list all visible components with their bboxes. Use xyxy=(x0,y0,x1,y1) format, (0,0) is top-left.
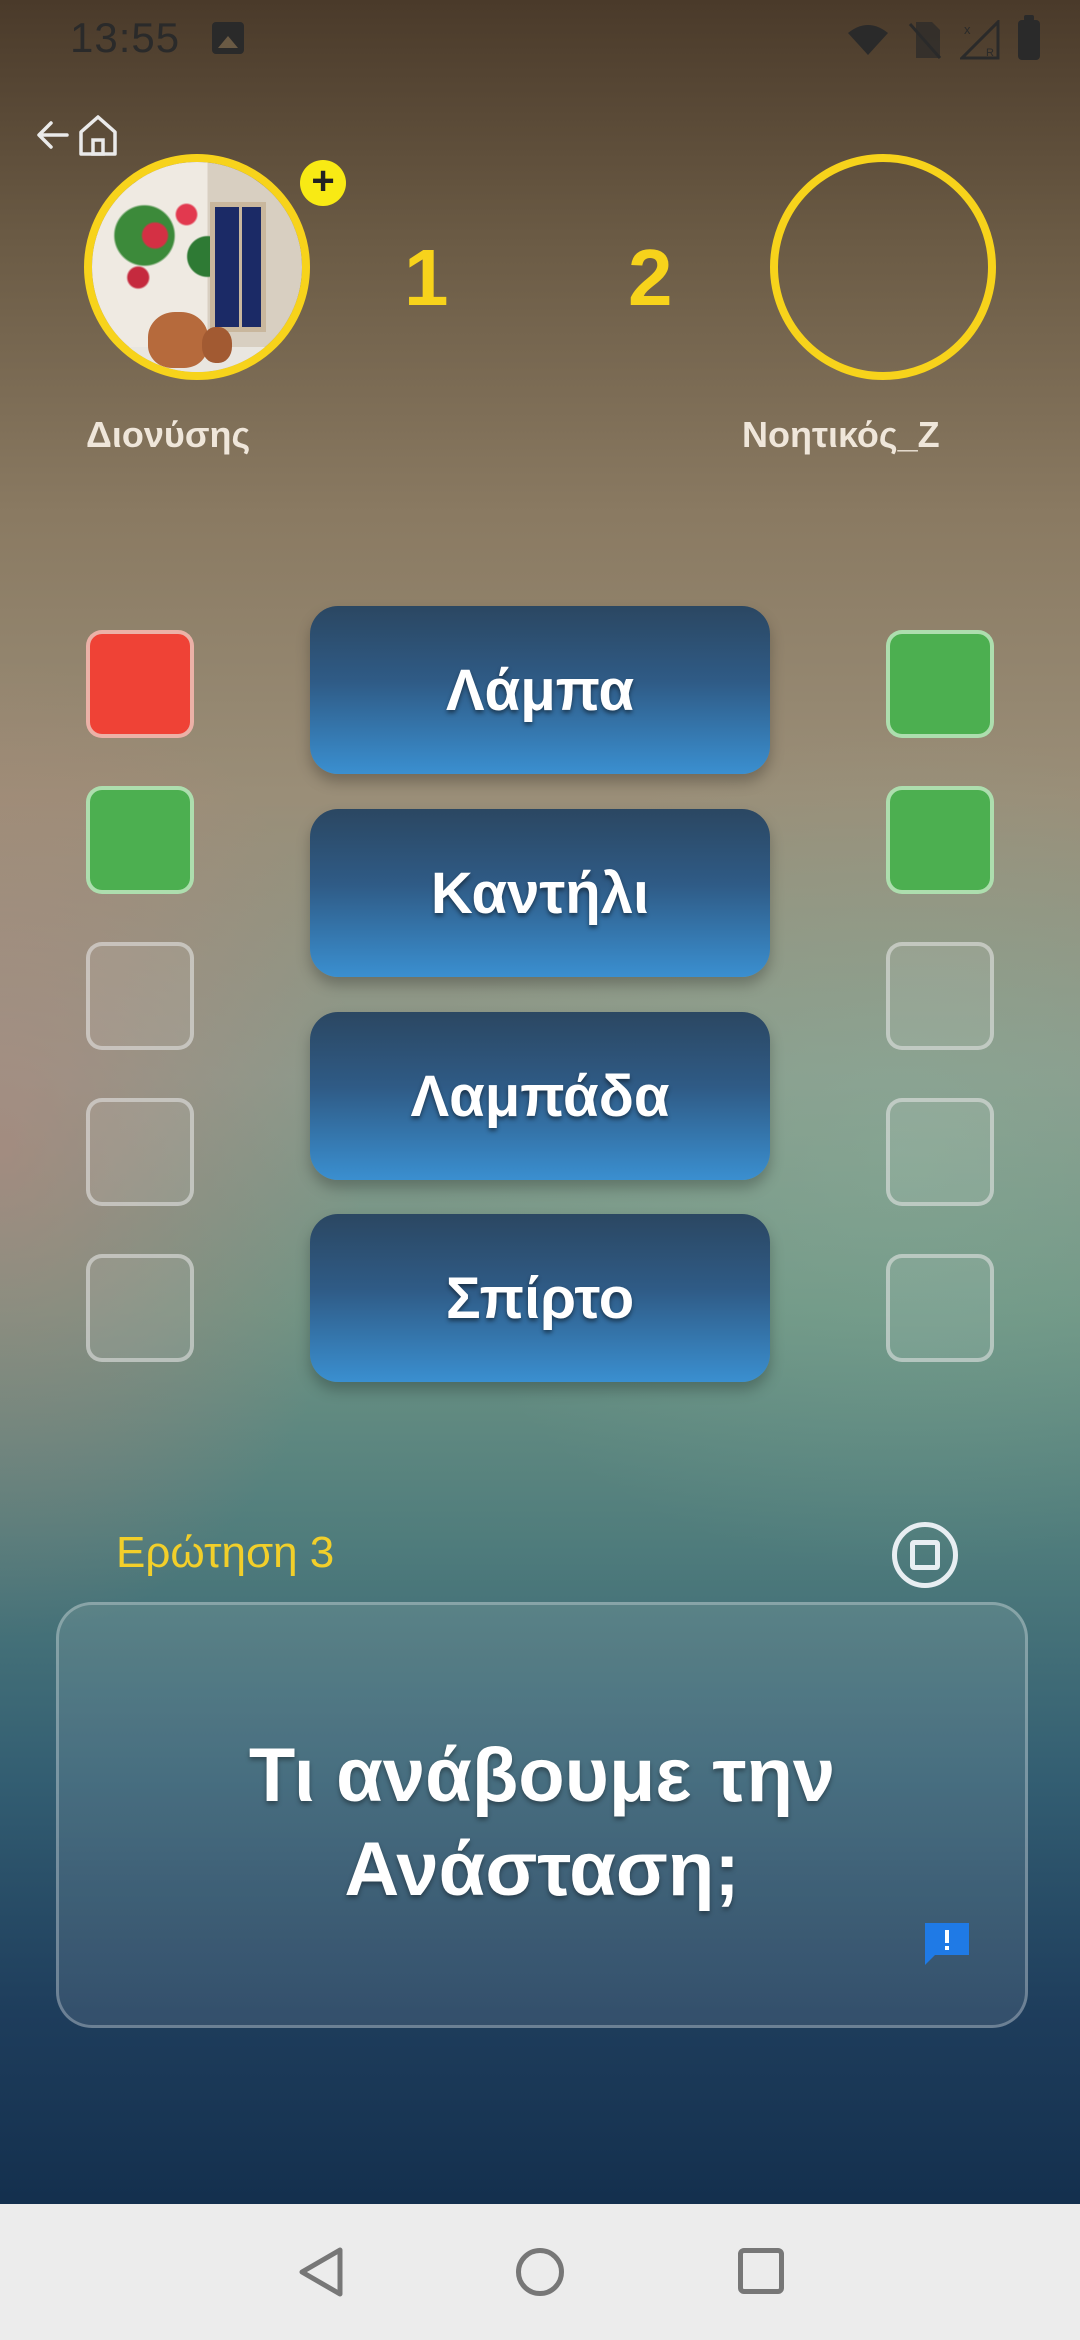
back-button[interactable] xyxy=(30,112,76,158)
progress-right-5 xyxy=(886,1254,994,1362)
player-name-left: Διονύσης xyxy=(86,414,251,455)
player-avatar-right[interactable] xyxy=(770,154,996,380)
progress-right-3 xyxy=(886,942,994,1050)
progress-left-2 xyxy=(86,786,194,894)
report-icon[interactable] xyxy=(921,1919,973,1969)
system-home-icon[interactable] xyxy=(516,2248,564,2296)
score-right: 2 xyxy=(628,233,673,322)
add-friend-button[interactable]: + xyxy=(300,160,346,206)
question-text: Τι ανάβουμε την Ανάσταση; xyxy=(59,1729,1025,1917)
answer-button-3[interactable]: Λαμπάδα xyxy=(310,1012,770,1180)
home-icon[interactable] xyxy=(76,112,120,158)
signal-icon: xR xyxy=(960,20,1000,60)
wifi-icon xyxy=(848,25,888,55)
status-time: 13:55 xyxy=(70,14,181,61)
question-card: Τι ανάβουμε την Ανάσταση; xyxy=(56,1602,1028,2028)
battery-icon xyxy=(1018,15,1040,60)
answer-button-2[interactable]: Καντήλι xyxy=(310,809,770,977)
player-name-right: Νοητικός_Ζ xyxy=(742,414,940,455)
answer-button-4[interactable]: Σπίρτο xyxy=(310,1214,770,1382)
progress-left-4 xyxy=(86,1098,194,1206)
question-number: Ερώτηση 3 xyxy=(116,1528,335,1577)
stop-icon[interactable] xyxy=(892,1522,958,1588)
no-sim-icon xyxy=(908,22,942,59)
svg-text:x: x xyxy=(964,22,971,37)
svg-text:R: R xyxy=(986,47,994,59)
answer-label: Καντήλι xyxy=(430,860,650,926)
progress-right-2 xyxy=(886,786,994,894)
progress-left-3 xyxy=(86,942,194,1050)
image-notification-icon xyxy=(212,22,244,54)
answer-button-1[interactable]: Λάμπα xyxy=(310,606,770,774)
system-navigation-bar xyxy=(0,2204,1080,2340)
progress-left-1 xyxy=(86,630,194,738)
status-bar: 13:55 xR xyxy=(0,0,1080,80)
progress-left-5 xyxy=(86,1254,194,1362)
answer-label: Σπίρτο xyxy=(445,1265,635,1331)
system-back-icon[interactable] xyxy=(296,2244,346,2300)
plus-icon: + xyxy=(311,159,335,203)
avatar-photo xyxy=(92,162,302,372)
score-left: 1 xyxy=(404,233,449,322)
progress-right-4 xyxy=(886,1098,994,1206)
back-arrow-icon xyxy=(37,121,69,149)
player-avatar-left[interactable] xyxy=(84,154,310,380)
answer-label: Λαμπάδα xyxy=(410,1063,670,1129)
status-icons: xR xyxy=(846,15,1040,62)
question-line-2: Ανάσταση; xyxy=(344,1827,740,1912)
progress-right-1 xyxy=(886,630,994,738)
question-line-1: Τι ανάβουμε την xyxy=(248,1733,836,1818)
answer-label: Λάμπα xyxy=(445,657,635,723)
system-recents-icon[interactable] xyxy=(738,2248,784,2294)
